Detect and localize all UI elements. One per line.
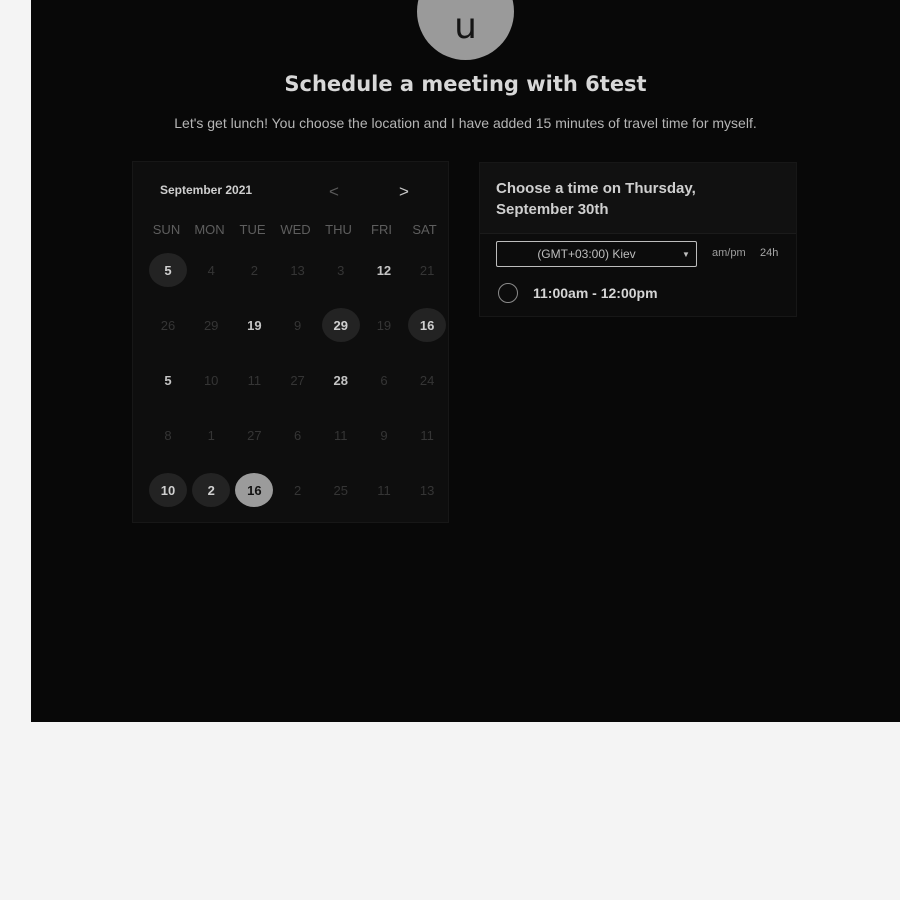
calendar-day: 19 — [376, 317, 392, 333]
scheduling-panel: u Schedule a meeting with 6test Let's ge… — [31, 0, 900, 722]
calendar-day[interactable]: 19 — [235, 308, 273, 342]
calendar-day: 4 — [207, 262, 215, 278]
weekday-label: SUN — [152, 222, 181, 237]
calendar-day[interactable]: 5 — [149, 253, 187, 287]
calendar-day: 10 — [203, 372, 219, 388]
time-picker: Choose a time on Thursday, September 30t… — [479, 162, 797, 317]
timezone-value: (GMT+03:00) Kiev — [537, 247, 636, 261]
weekday-label: SAT — [412, 222, 437, 237]
calendar-day: 6 — [380, 372, 388, 388]
calendar-day-selected[interactable]: 16 — [235, 473, 274, 507]
avatar-initial: u — [454, 6, 477, 47]
calendar-day: 6 — [293, 427, 302, 443]
chevron-right-icon[interactable]: > — [399, 182, 409, 202]
format-ampm-toggle[interactable]: am/pm — [712, 247, 746, 259]
calendar-grid: 5 4 2 13 3 12 21 26 29 19 9 29 19 16 5 10 11 27 28 6 24 8 1 27 6… — [149, 253, 451, 528]
radio-icon[interactable] — [498, 283, 518, 303]
calendar-month-label: September 2021 — [160, 183, 253, 197]
format-24h-toggle[interactable]: 24h — [760, 247, 778, 259]
avatar: u — [417, 0, 514, 60]
calendar-day[interactable]: 16 — [408, 308, 447, 342]
calendar-day: 25 — [333, 482, 348, 498]
calendar-day: 11 — [334, 427, 348, 443]
weekday-header: SUN MON TUE WED THU FRI SAT — [145, 222, 447, 237]
calendar: September 2021 < > SUN MON TUE WED THU FRI SAT… — [132, 161, 449, 523]
calendar-day: 24 — [419, 372, 435, 388]
calendar-day: 11 — [377, 482, 391, 498]
weekday-label: THU — [325, 222, 352, 237]
calendar-day[interactable]: 29 — [321, 308, 360, 342]
calendar-day: 1 — [207, 427, 215, 443]
calendar-day: 2 — [250, 262, 258, 278]
chevron-left-icon[interactable]: < — [329, 182, 339, 202]
calendar-day: 9 — [293, 317, 302, 333]
calendar-day: 21 — [419, 262, 435, 278]
page-title: Schedule a meeting with 6test — [284, 72, 647, 96]
caret-down-icon: ▼ — [682, 249, 690, 259]
weekday-label: FRI — [371, 222, 392, 237]
weekday-label: TUE — [239, 222, 266, 237]
calendar-day: 2 — [293, 482, 302, 498]
calendar-day: 13 — [419, 482, 435, 498]
calendar-day: 13 — [290, 262, 305, 278]
calendar-day: 11 — [247, 372, 262, 388]
calendar-day[interactable]: 5 — [149, 363, 187, 397]
calendar-day[interactable]: 10 — [149, 473, 187, 507]
calendar-day[interactable]: 2 — [192, 473, 231, 507]
time-slot-label: 11:00am - 12:00pm — [533, 285, 658, 301]
timezone-select[interactable]: (GMT+03:00) Kiev ▼ — [496, 241, 697, 267]
calendar-day: 27 — [247, 427, 262, 443]
calendar-day: 3 — [337, 262, 345, 278]
page-subtitle: Let's get lunch! You choose the location… — [174, 115, 757, 131]
time-slot[interactable]: 11:00am - 12:00pm — [498, 283, 658, 303]
weekday-label: MON — [194, 222, 225, 237]
calendar-day: 8 — [164, 427, 172, 443]
calendar-day[interactable]: 28 — [322, 363, 360, 397]
weekday-label: WED — [280, 222, 311, 237]
time-picker-header: Choose a time on Thursday, September 30t… — [480, 163, 796, 234]
calendar-day: 9 — [380, 427, 388, 443]
time-picker-title: Choose a time on Thursday, September 30t… — [496, 180, 696, 218]
calendar-day: 26 — [160, 317, 176, 333]
calendar-day: 29 — [203, 317, 219, 333]
calendar-day: 11 — [420, 427, 434, 443]
calendar-day[interactable]: 12 — [365, 253, 403, 287]
calendar-day: 27 — [290, 372, 305, 388]
